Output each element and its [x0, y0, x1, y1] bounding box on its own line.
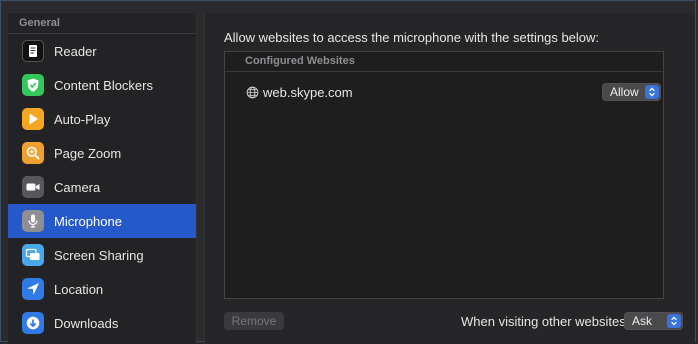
remove-button[interactable]: Remove	[224, 312, 284, 330]
sidebar: General Reader Content Blockers Auto-Pla…	[8, 13, 197, 344]
microphone-icon	[22, 210, 44, 232]
auto-play-icon	[22, 108, 44, 130]
sidebar-item-content-blockers[interactable]: Content Blockers	[8, 68, 196, 102]
sidebar-section-header: General	[8, 13, 196, 34]
sidebar-item-auto-play[interactable]: Auto-Play	[8, 102, 196, 136]
camera-icon	[22, 176, 44, 198]
sidebar-item-camera[interactable]: Camera	[8, 170, 196, 204]
settings-panel: Allow websites to access the microphone …	[204, 13, 695, 344]
sidebar-item-label: Auto-Play	[54, 111, 111, 127]
sidebar-item-reader[interactable]: Reader	[8, 34, 196, 68]
sidebar-item-location[interactable]: Location	[8, 272, 196, 306]
website-name: web.skype.com	[263, 84, 353, 100]
other-websites-value: Ask	[632, 314, 653, 328]
permission-popup[interactable]: Allow	[602, 83, 661, 101]
other-websites-popup[interactable]: Ask	[624, 312, 683, 330]
sidebar-item-label: Location	[54, 281, 104, 297]
downloads-icon	[22, 312, 44, 334]
sidebar-item-label: Content Blockers	[54, 77, 153, 93]
location-icon	[22, 278, 44, 300]
chevron-up-down-icon	[667, 314, 681, 328]
reader-icon	[22, 40, 44, 62]
configured-websites-list: Configured Websites web.skype.com Allow	[224, 51, 664, 299]
sidebar-item-label: Screen Sharing	[54, 247, 144, 263]
permission-value: Allow	[610, 85, 639, 99]
globe-icon	[246, 86, 259, 98]
website-row[interactable]: web.skype.com Allow	[225, 72, 663, 112]
other-websites-label: When visiting other websites:	[461, 314, 630, 329]
screen-sharing-icon	[22, 244, 44, 266]
sidebar-item-page-zoom[interactable]: Page Zoom	[8, 136, 196, 170]
sidebar-item-screen-sharing[interactable]: Screen Sharing	[8, 238, 196, 272]
content-blockers-icon	[22, 74, 44, 96]
page-zoom-icon	[22, 142, 44, 164]
configured-websites-header: Configured Websites	[225, 52, 663, 72]
sidebar-item-label: Downloads	[54, 315, 119, 331]
intro-text: Allow websites to access the microphone …	[224, 30, 600, 45]
sidebar-item-label: Page Zoom	[54, 145, 122, 161]
sidebar-item-downloads[interactable]: Downloads	[8, 306, 196, 340]
sidebar-item-label: Camera	[54, 179, 101, 195]
sidebar-item-label: Reader	[54, 43, 97, 59]
sidebar-item-label: Microphone	[54, 213, 122, 229]
sidebar-item-microphone[interactable]: Microphone	[8, 204, 196, 238]
chevron-up-down-icon	[645, 85, 659, 99]
